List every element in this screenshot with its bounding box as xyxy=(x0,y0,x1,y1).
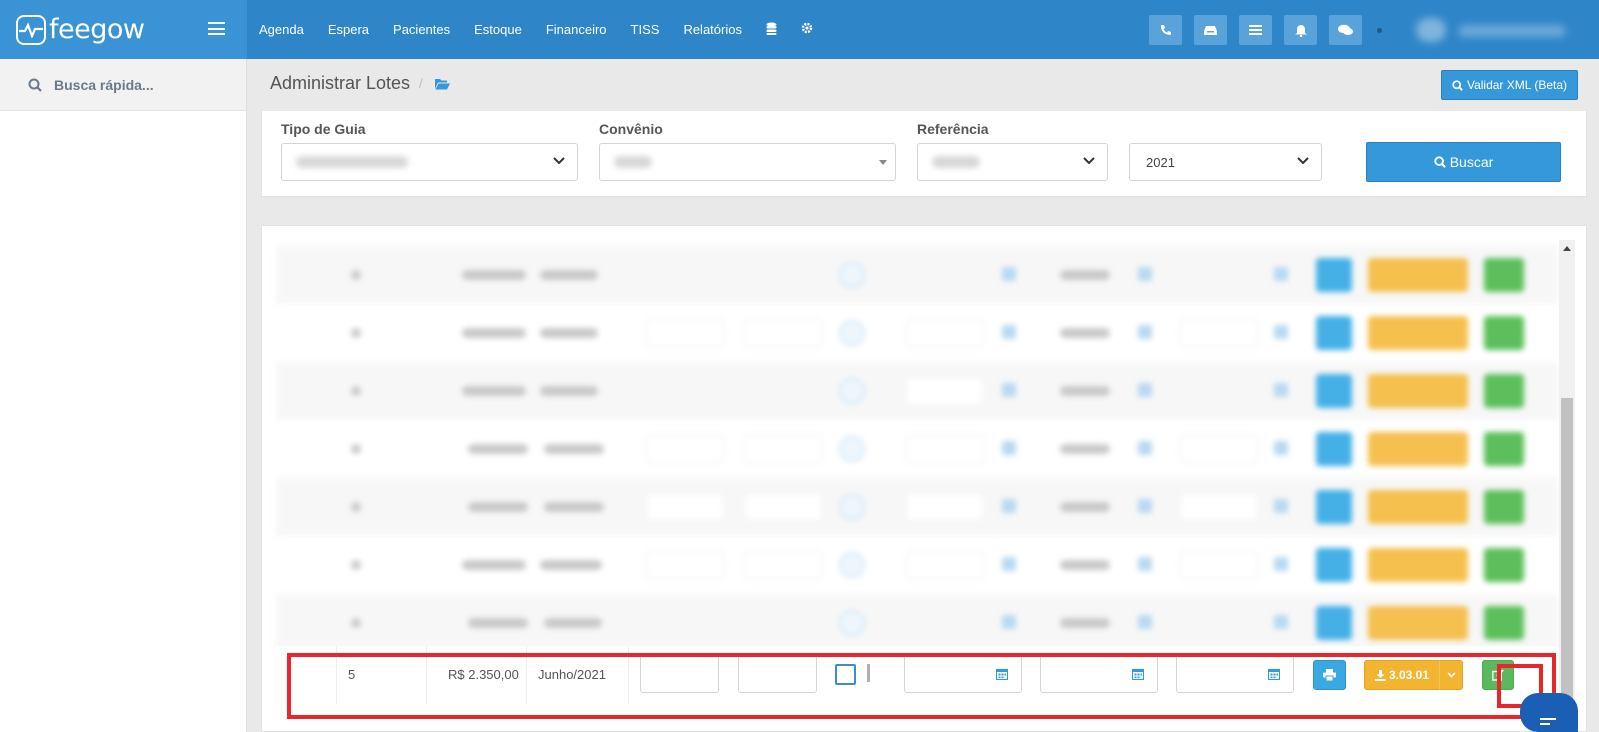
nav-pacientes[interactable]: Pacientes xyxy=(393,22,450,37)
scroll-up-arrow-icon[interactable] xyxy=(1563,246,1571,251)
convenio-select[interactable] xyxy=(599,143,896,181)
tipo-guia-value-blurred xyxy=(296,156,408,168)
logo-mark-icon xyxy=(16,14,46,45)
top-navbar: feegow Agenda Espera Pacientes Estoque F… xyxy=(0,0,1599,59)
phone-icon[interactable] xyxy=(1149,15,1182,45)
search-icon xyxy=(1434,156,1446,168)
brand-name: feegow xyxy=(49,14,145,45)
nav-estoque[interactable]: Estoque xyxy=(474,22,522,37)
validate-xml-button[interactable]: Validar XML (Beta) xyxy=(1441,70,1578,100)
logo[interactable]: feegow xyxy=(16,14,145,45)
table-scrollbar[interactable] xyxy=(1559,240,1575,720)
table-row xyxy=(276,246,1558,304)
nav-espera[interactable]: Espera xyxy=(328,22,369,37)
chat-widget-icon[interactable] xyxy=(1520,693,1578,732)
row-highlight-outline xyxy=(287,653,1556,719)
referencia-label: Referência xyxy=(917,121,989,137)
table-row xyxy=(276,536,1558,594)
top-actions xyxy=(1149,15,1374,45)
status-dot xyxy=(1377,28,1382,33)
chat-icon[interactable] xyxy=(1329,15,1362,45)
database-icon[interactable] xyxy=(766,22,777,38)
breadcrumb-separator: / xyxy=(419,76,423,91)
list-icon[interactable] xyxy=(1239,15,1272,45)
referencia-value-blurred xyxy=(932,156,980,168)
main-nav: Agenda Espera Pacientes Estoque Financei… xyxy=(259,0,837,59)
quick-search-label: Busca rápida... xyxy=(54,76,154,93)
page-header: Administrar Lotes / Validar XML (Beta) xyxy=(247,59,1599,111)
caret-down-icon xyxy=(879,160,887,165)
user-name-blurred[interactable] xyxy=(1458,25,1566,37)
ano-select[interactable]: 2021 xyxy=(1129,143,1322,181)
nav-relatorios[interactable]: Relatórios xyxy=(683,22,742,37)
menu-toggle-icon[interactable] xyxy=(208,22,225,35)
search-button[interactable]: Buscar xyxy=(1366,142,1561,182)
search-icon xyxy=(1452,79,1463,91)
scrollbar-thumb[interactable] xyxy=(1561,398,1573,720)
chevron-down-icon xyxy=(553,157,565,165)
search-icon xyxy=(28,78,42,92)
referencia-select[interactable] xyxy=(917,143,1108,181)
folder-open-icon[interactable] xyxy=(435,77,450,95)
table-row xyxy=(276,594,1558,652)
convenio-value-blurred xyxy=(614,156,652,168)
bell-icon[interactable] xyxy=(1284,15,1317,45)
table-row xyxy=(276,478,1558,536)
ano-value: 2021 xyxy=(1146,155,1175,170)
convenio-label: Convênio xyxy=(599,121,663,137)
search-button-label: Buscar xyxy=(1449,154,1494,170)
chevron-down-icon xyxy=(1083,157,1095,165)
table-row xyxy=(276,362,1558,420)
quick-search[interactable]: Busca rápida... xyxy=(0,59,246,111)
nav-tiss[interactable]: TISS xyxy=(631,22,660,37)
nav-financeiro[interactable]: Financeiro xyxy=(546,22,607,37)
brand-area: feegow xyxy=(0,0,247,59)
nav-agenda[interactable]: Agenda xyxy=(259,22,304,37)
inbox-icon[interactable] xyxy=(1194,15,1227,45)
table-row xyxy=(276,304,1558,362)
tipo-guia-select[interactable] xyxy=(281,143,578,181)
validate-xml-label: Validar XML (Beta) xyxy=(1466,78,1568,92)
tipo-guia-label: Tipo de Guia xyxy=(281,121,366,137)
page-title: Administrar Lotes xyxy=(270,73,411,93)
filter-panel: Tipo de Guia Convênio Referência 2021 Bu… xyxy=(261,111,1587,197)
gear-icon[interactable] xyxy=(801,22,813,37)
avatar[interactable] xyxy=(1416,18,1446,42)
table-row xyxy=(276,420,1558,478)
chevron-down-icon xyxy=(1297,157,1309,165)
sidebar: Busca rápida... xyxy=(0,59,247,732)
blurred-table-rows xyxy=(276,242,1558,654)
